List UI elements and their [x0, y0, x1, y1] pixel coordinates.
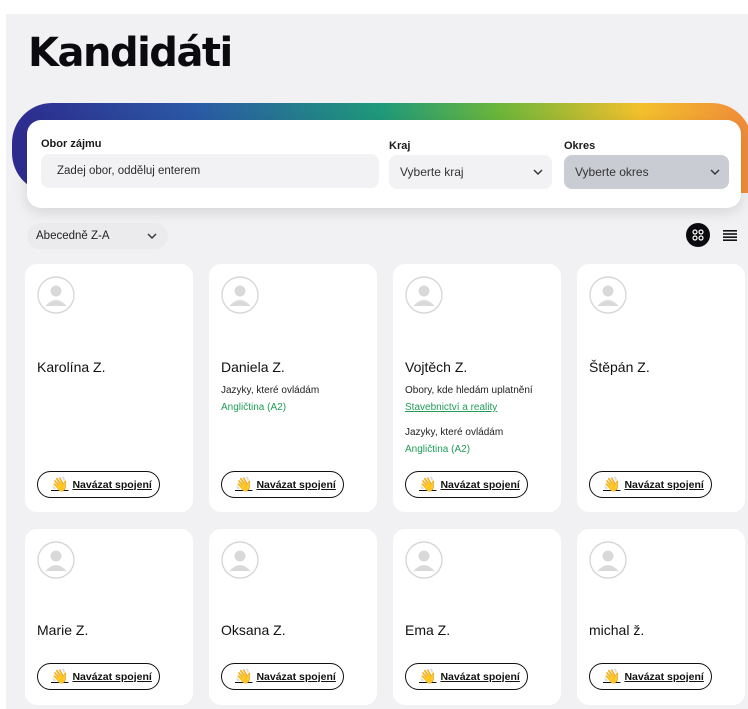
candidate-card[interactable]: Karolína Z. 👋 Navázat spojení: [25, 264, 193, 512]
region-label: Kraj: [389, 140, 411, 152]
connect-button-label: Navázat spojení: [440, 478, 520, 491]
filter-panel: Obor zájmu Kraj Vyberte kraj Okres Vyber…: [27, 120, 741, 208]
candidate-card[interactable]: Daniela Z. Jazyky, které ovládám Angličt…: [209, 264, 377, 512]
connect-button-label: Navázat spojení: [72, 670, 152, 683]
chevron-down-icon: [524, 169, 552, 175]
region-select[interactable]: Vyberte kraj: [389, 155, 552, 189]
sort-dropdown-value: Abecedně Z-A: [36, 230, 110, 242]
candidate-name: Daniela Z.: [221, 359, 285, 375]
candidate-card[interactable]: Oksana Z. 👋 Navázat spojení: [209, 529, 377, 705]
avatar-icon: [37, 276, 75, 314]
connect-button-label: Navázat spojení: [72, 478, 152, 491]
candidate-name: Vojtěch Z.: [405, 359, 468, 375]
waving-hand-icon: 👋: [603, 668, 621, 684]
waving-hand-icon: 👋: [235, 668, 253, 684]
grid-icon: [692, 229, 704, 241]
field-search: [41, 154, 379, 188]
candidate-card[interactable]: michal ž. 👋 Navázat spojení: [577, 529, 745, 705]
connect-button-label: Navázat spojení: [440, 670, 520, 683]
grid-view-button[interactable]: [686, 223, 710, 247]
candidate-card[interactable]: Marie Z. 👋 Navázat spojení: [25, 529, 193, 705]
language-value: Angličtina (A2): [405, 444, 471, 455]
district-select-value: Vyberte okres: [575, 165, 649, 179]
candidate-name: Karolína Z.: [37, 359, 106, 375]
sort-dropdown[interactable]: Abecedně Z-A: [27, 223, 168, 249]
list-view-button[interactable]: [722, 227, 738, 243]
candidate-name: Oksana Z.: [221, 622, 286, 638]
candidate-card[interactable]: Ema Z. 👋 Navázat spojení: [393, 529, 561, 705]
candidate-name: michal ž.: [589, 622, 645, 638]
languages-label: Jazyky, které ovládám: [221, 385, 320, 396]
connect-button-label: Navázat spojení: [256, 670, 336, 683]
field-input[interactable]: [41, 154, 379, 188]
connect-button-label: Navázat spojení: [256, 478, 336, 491]
chevron-down-icon: [701, 169, 729, 175]
waving-hand-icon: 👋: [419, 668, 437, 684]
district-label: Okres: [564, 140, 596, 152]
region-select-value: Vyberte kraj: [400, 165, 464, 179]
language-value: Angličtina (A2): [221, 402, 287, 413]
avatar-icon: [221, 276, 259, 314]
connect-button[interactable]: 👋 Navázat spojení: [405, 663, 528, 690]
connect-button[interactable]: 👋 Navázat spojení: [221, 663, 344, 690]
connect-button-label: Navázat spojení: [624, 478, 704, 491]
waving-hand-icon: 👋: [51, 476, 69, 492]
waving-hand-icon: 👋: [419, 476, 437, 492]
chevron-down-icon: [136, 233, 168, 239]
candidate-name: Marie Z.: [37, 622, 89, 638]
waving-hand-icon: 👋: [603, 476, 621, 492]
field-link[interactable]: Stavebnictví a reality: [405, 402, 497, 413]
candidate-name: Ema Z.: [405, 622, 451, 638]
field-label: Obor zájmu: [41, 138, 102, 150]
connect-button[interactable]: 👋 Navázat spojení: [589, 663, 712, 690]
district-select[interactable]: Vyberte okres: [564, 155, 729, 189]
connect-button[interactable]: 👋 Navázat spojení: [589, 471, 712, 498]
avatar-icon: [221, 541, 259, 579]
connect-button-label: Navázat spojení: [624, 670, 704, 683]
connect-button[interactable]: 👋 Navázat spojení: [37, 663, 160, 690]
avatar-icon: [37, 541, 75, 579]
avatar-icon: [405, 541, 443, 579]
connect-button[interactable]: 👋 Navázat spojení: [405, 471, 528, 498]
avatar-icon: [405, 276, 443, 314]
avatar-icon: [589, 541, 627, 579]
candidate-card[interactable]: Vojtěch Z. Obory, kde hledám uplatnění S…: [393, 264, 561, 512]
fields-label: Obory, kde hledám uplatnění: [405, 385, 533, 396]
candidate-card[interactable]: Štěpán Z. 👋 Navázat spojení: [577, 264, 745, 512]
languages-label: Jazyky, které ovládám: [405, 427, 504, 438]
page-title: Kandidáti: [28, 30, 233, 76]
waving-hand-icon: 👋: [235, 476, 253, 492]
connect-button[interactable]: 👋 Navázat spojení: [221, 471, 344, 498]
candidate-name: Štěpán Z.: [589, 359, 650, 375]
waving-hand-icon: 👋: [51, 668, 69, 684]
connect-button[interactable]: 👋 Navázat spojení: [37, 471, 160, 498]
list-icon: [723, 230, 737, 241]
avatar-icon: [589, 276, 627, 314]
